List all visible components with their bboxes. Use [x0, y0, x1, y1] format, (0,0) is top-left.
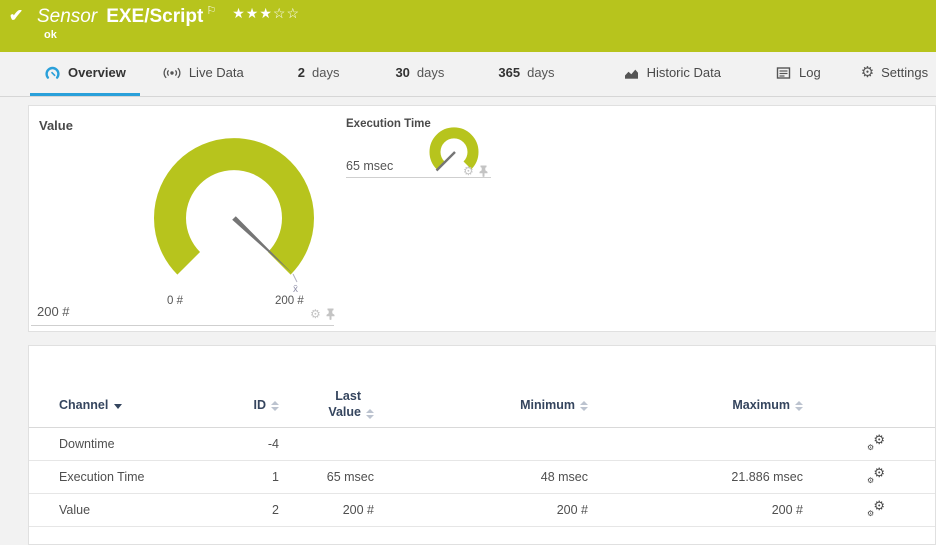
cell-id: 1 [272, 470, 279, 484]
value-gauge-needle [232, 216, 293, 274]
log-list-icon [776, 66, 791, 79]
status-badge: ok [44, 29, 57, 41]
tab-overview[interactable]: Overview [30, 52, 140, 96]
tab-label: Overview [68, 65, 126, 80]
sensor-kind-label: Sensor [37, 6, 98, 27]
value-gauge-arc [154, 138, 314, 275]
channel-table-panel: Channel ID Last Value Minimum Maximum Do… [28, 345, 936, 545]
value-gauge-divider [31, 325, 334, 326]
exec-gauge-tools: ⚙ [463, 165, 488, 177]
tab-log[interactable]: Log [769, 52, 827, 96]
sensor-status-bar: ✔ Sensor EXE/Script ⚐ ★★★☆☆ ok [0, 0, 936, 52]
sort-icon [580, 400, 588, 411]
exec-gauge-title: Execution Time [346, 118, 431, 130]
priority-flag-icon[interactable]: ⚐ [206, 5, 216, 17]
header-last-value[interactable]: Last Value [279, 389, 374, 420]
tab-number: 365 [498, 65, 521, 80]
tab-label: Live Data [188, 65, 244, 80]
sort-icon [795, 400, 803, 411]
stars-empty[interactable]: ☆☆ [273, 5, 300, 21]
table-row[interactable]: Value 2 200 # 200 # 200 # ⚙ ⚙ [29, 494, 935, 527]
tab-live-data[interactable]: Live Data [156, 52, 250, 96]
table-row[interactable]: Downtime -4 ⚙ ⚙ [29, 428, 935, 461]
tab-30-days[interactable]: 30 days [389, 52, 450, 96]
cell-channel[interactable]: Value [59, 503, 219, 517]
overview-gauges-panel: Value x̄ 0 # 200 # 200 # ⚙ Execution Tim… [28, 105, 936, 332]
sort-icon [366, 409, 374, 420]
priority-stars[interactable]: ★★★☆☆ [232, 5, 300, 21]
header-maximum[interactable]: Maximum [588, 398, 803, 412]
exec-gauge-arc [429, 127, 479, 170]
value-gauge-scale-max: 200 # [275, 295, 304, 307]
mean-marker-line [292, 273, 298, 283]
mean-marker: x̄ [293, 284, 298, 295]
tab-label: days [527, 65, 555, 80]
tab-label: days [416, 65, 445, 80]
cell-minimum: 48 msec [540, 470, 588, 484]
cell-minimum: 200 # [556, 503, 588, 517]
tab-settings[interactable]: ⚙ Settings [855, 52, 934, 96]
channel-settings-icon[interactable]: ⚙ ⚙ [867, 465, 885, 485]
exec-gauge-pin-icon[interactable] [479, 165, 488, 177]
tab-number: 2 [297, 65, 305, 80]
settings-gear-icon: ⚙ [860, 64, 875, 81]
exec-gauge-settings-icon[interactable]: ⚙ [463, 165, 474, 177]
value-gauge-scale-min: 0 # [167, 295, 183, 307]
value-gauge-title: Value [39, 118, 73, 133]
tab-number: 30 [395, 65, 410, 80]
tab-365-days[interactable]: 365 days [492, 52, 560, 96]
gauges-graphic: x̄ [154, 127, 479, 295]
tab-label: Log [798, 65, 821, 80]
exec-gauge-current: 65 msec [346, 159, 394, 173]
cell-last-value: 65 msec [326, 470, 374, 484]
status-ok-check-icon: ✔ [9, 6, 24, 25]
header-id[interactable]: ID [219, 398, 279, 412]
cell-maximum: 21.886 msec [731, 470, 803, 484]
live-data-icon [163, 67, 181, 78]
table-row[interactable]: Execution Time 1 65 msec 48 msec 21.886 … [29, 461, 935, 494]
cell-channel[interactable]: Downtime [59, 437, 219, 451]
tab-historic-data[interactable]: Historic Data [617, 52, 727, 96]
sensor-title: Sensor EXE/Script ⚐ ★★★☆☆ [37, 4, 300, 28]
value-gauge-pin-icon[interactable] [326, 308, 335, 320]
sensor-name: EXE/Script [106, 6, 204, 27]
channel-settings-icon[interactable]: ⚙ ⚙ [867, 432, 885, 452]
exec-gauge-divider [346, 177, 491, 178]
value-gauge-tools: ⚙ [310, 308, 335, 320]
sort-icon [271, 400, 279, 411]
gauge-icon [45, 66, 60, 79]
stars-filled[interactable]: ★★★ [232, 5, 273, 21]
channel-settings-icon[interactable]: ⚙ ⚙ [867, 498, 885, 518]
exec-gauge-needle [435, 151, 456, 172]
table-header-row: Channel ID Last Value Minimum Maximum [29, 382, 935, 428]
tab-label: Historic Data [646, 65, 721, 80]
cell-id: 2 [272, 503, 279, 517]
sort-desc-icon [114, 403, 123, 409]
channel-table: Channel ID Last Value Minimum Maximum Do… [29, 382, 935, 527]
value-gauge-settings-icon[interactable]: ⚙ [310, 308, 321, 320]
tab-bar: Overview Live Data 2 days 30 days 365 da… [0, 52, 936, 97]
historic-chart-icon [624, 69, 638, 79]
header-minimum[interactable]: Minimum [374, 398, 588, 412]
cell-id: -4 [267, 437, 279, 451]
tab-label: days [311, 65, 340, 80]
cell-last-value: 200 # [342, 503, 374, 517]
cell-maximum: 200 # [771, 503, 803, 517]
value-gauge-current: 200 # [37, 304, 70, 319]
cell-channel[interactable]: Execution Time [59, 470, 219, 484]
header-channel[interactable]: Channel [59, 398, 219, 412]
tab-2-days[interactable]: 2 days [292, 52, 346, 96]
tab-label: Settings [881, 65, 929, 80]
